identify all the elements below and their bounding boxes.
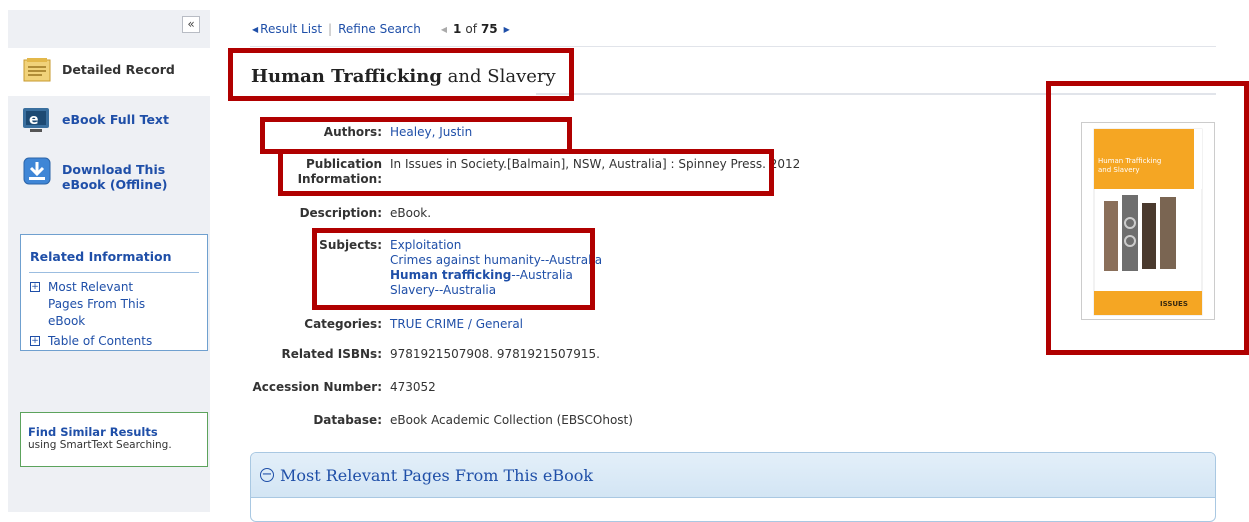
related-link-most-relevant-pages[interactable]: + Most Relevant Pages From This eBook: [30, 279, 207, 330]
collapse-minus-icon[interactable]: −: [260, 468, 274, 482]
isbn-label: Related ISBNs:: [281, 347, 382, 361]
current-result: 1: [453, 22, 462, 36]
highlight-box-publication: [278, 149, 774, 196]
sidebar-item-detailed-record[interactable]: Detailed Record: [8, 48, 210, 96]
categories-label: Categories:: [304, 317, 382, 331]
collapse-sidebar-button[interactable]: «: [182, 16, 200, 33]
database-label: Database:: [313, 413, 382, 427]
next-result-icon[interactable]: ▶: [504, 25, 510, 34]
total-results: 75: [480, 22, 498, 36]
related-information-title: Related Information: [30, 249, 172, 264]
description-value: eBook.: [390, 206, 432, 220]
divider: [250, 46, 1216, 47]
pager: ◀ 1 of 75 ▶: [441, 22, 512, 36]
highlight-box-title: [228, 48, 574, 101]
sidebar-item-ebook-full-text[interactable]: e eBook Full Text: [8, 107, 210, 141]
accession-label: Accession Number:: [252, 380, 382, 394]
expand-plus-icon: +: [30, 336, 40, 346]
download-icon: [22, 157, 52, 185]
highlight-box-subjects: [312, 228, 595, 310]
find-similar-box[interactable]: Find Similar Results using SmartText Sea…: [20, 412, 208, 467]
related-link-table-of-contents[interactable]: + Table of Contents: [30, 333, 207, 350]
isbn-value: 9781921507908. 9781921507915.: [390, 347, 600, 361]
sidebar: « Detailed Record e eBook Full Text Down…: [8, 10, 210, 512]
category-link[interactable]: TRUE CRIME / General: [390, 317, 523, 332]
result-list-link[interactable]: Result List: [260, 22, 322, 36]
result-navigation: ◀ Result List | Refine Search ◀ 1 of 75 …: [252, 22, 512, 36]
highlight-box-cover: [1046, 81, 1249, 355]
panel-header[interactable]: − Most Relevant Pages From This eBook: [251, 453, 1215, 498]
find-similar-title[interactable]: Find Similar Results: [28, 426, 207, 439]
related-information-box: Related Information + Most Relevant Page…: [20, 234, 208, 351]
refine-search-link[interactable]: Refine Search: [338, 22, 421, 36]
divider: [29, 272, 199, 273]
svg-text:e: e: [29, 112, 39, 128]
sidebar-item-label: eBook Full Text: [62, 112, 169, 127]
find-similar-subtitle: using SmartText Searching.: [28, 439, 172, 451]
left-triangle-icon: ◀: [252, 24, 259, 34]
description-label: Description:: [299, 206, 382, 220]
panel-title[interactable]: Most Relevant Pages From This eBook: [280, 466, 593, 485]
accession-value: 473052: [390, 380, 436, 394]
expand-plus-icon: +: [30, 282, 40, 292]
sidebar-item-label: Download This eBook (Offline): [62, 162, 168, 192]
of-label: of: [465, 22, 477, 36]
divider: |: [328, 22, 333, 36]
ebook-icon: e: [22, 107, 52, 133]
prev-result-icon[interactable]: ◀: [441, 25, 447, 34]
categories-value: TRUE CRIME / General: [390, 317, 523, 332]
sidebar-item-label: Detailed Record: [62, 62, 175, 77]
detailed-record-icon: [22, 57, 52, 83]
database-value: eBook Academic Collection (EBSCOhost): [390, 413, 633, 427]
sidebar-item-download-ebook[interactable]: Download This eBook (Offline): [8, 157, 210, 197]
